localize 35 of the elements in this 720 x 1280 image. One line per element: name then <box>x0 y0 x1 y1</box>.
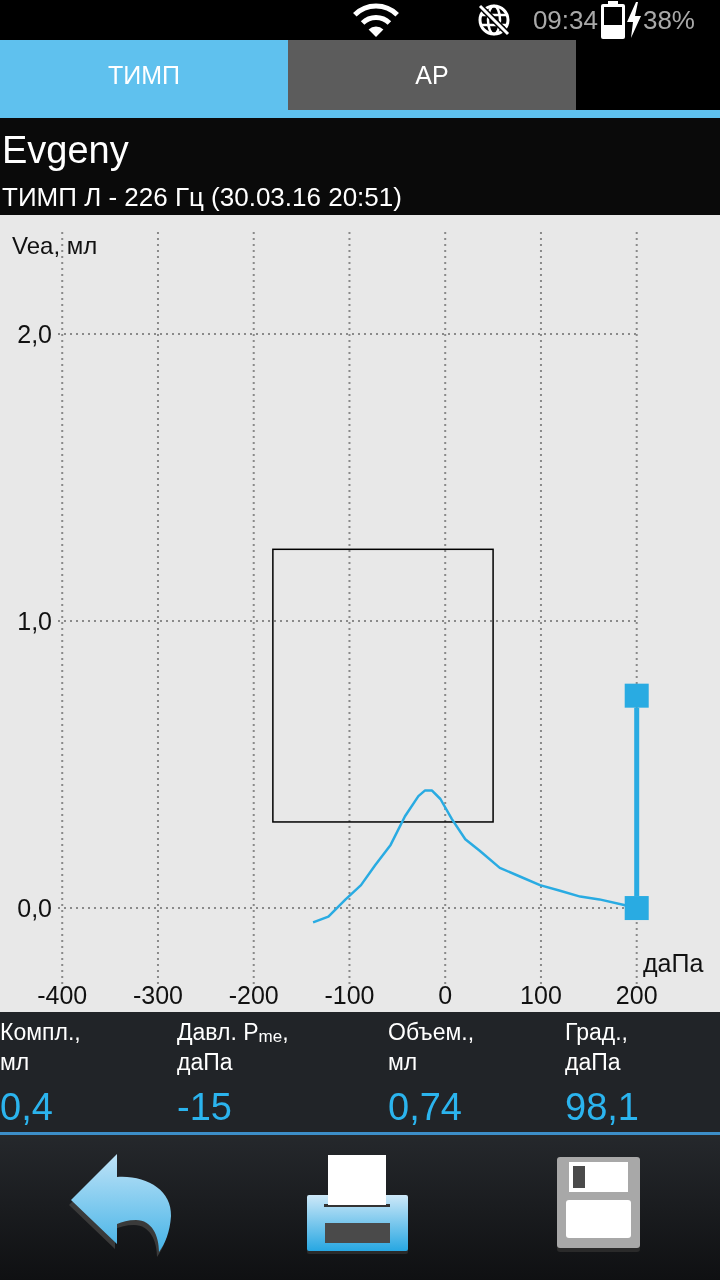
tick-label: 100 <box>520 981 562 1009</box>
tick-label: 0,0 <box>17 894 52 923</box>
crossed-globe-icon <box>476 3 511 37</box>
tab[interactable]: АР <box>288 40 576 110</box>
tick-label: -300 <box>132 981 183 1009</box>
tick-label: 0 <box>438 981 453 1009</box>
battery-percent: 38% <box>642 5 695 35</box>
metric-unit: мл <box>388 1048 418 1077</box>
y-axis-title: Vea, мл <box>12 232 98 259</box>
metric-value: 0,74 <box>388 1085 462 1130</box>
metric-value: 98,1 <box>565 1085 639 1130</box>
tick-label: -200 <box>228 981 279 1009</box>
metric-value: 0,4 <box>0 1085 53 1130</box>
clock-time: 09:34 <box>532 5 598 35</box>
metric-label: Давл. P$_{me}$, <box>177 1018 289 1047</box>
metric-unit: даПа <box>177 1048 233 1077</box>
metric-value: -15 <box>177 1085 232 1130</box>
tick-label: -400 <box>37 981 88 1009</box>
floppy-disk-icon[interactable] <box>557 1154 641 1253</box>
bolt-icon <box>626 2 641 38</box>
marker-cursor[interactable] <box>624 683 649 921</box>
tick-label: 2,0 <box>17 320 52 349</box>
tick-label: 1,0 <box>17 607 52 636</box>
metric-unit: даПа <box>565 1048 621 1077</box>
metric-label: Град., <box>565 1018 628 1047</box>
wifi-icon <box>352 2 399 38</box>
tick-label: -100 <box>324 981 375 1009</box>
tick-label: 200 <box>615 981 658 1009</box>
metric-unit: мл <box>0 1048 30 1077</box>
x-axis-unit: даПа <box>643 949 704 977</box>
metric-label: Объем., <box>388 1018 475 1047</box>
test-title: ТИМП Л - 226 Гц (30.03.16 20:51) <box>2 181 403 214</box>
printer-icon[interactable] <box>307 1153 409 1254</box>
patient-name: Evgeny <box>2 128 130 172</box>
metric-label: Компл., <box>0 1018 81 1047</box>
